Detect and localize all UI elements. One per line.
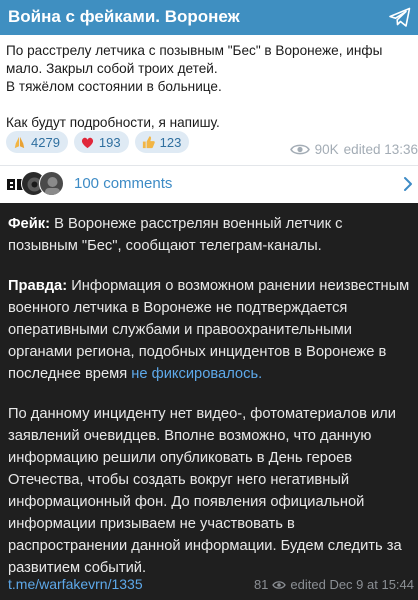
footer-views: 81 xyxy=(253,577,269,592)
heart-icon xyxy=(80,135,95,150)
message-body: Фейк: В Воронеже расстрелян военный летч… xyxy=(8,213,412,597)
quoted-screenshot: Война с фейками. Воронеж По расстрелу ле… xyxy=(0,0,418,203)
reaction-heart-count: 193 xyxy=(98,134,121,150)
reaction-pray-count: 4279 xyxy=(31,134,60,150)
eye-icon xyxy=(272,580,287,589)
comments-link[interactable]: 100 comments xyxy=(74,175,172,192)
quoted-line-3: В тяжёлом состоянии в больнице. xyxy=(6,79,222,94)
quoted-post-text: По расстрелу летчика с позывным "Бес" в … xyxy=(6,42,418,132)
reactions-bar: 4279 193 123 xyxy=(6,131,190,153)
quoted-line-4 xyxy=(6,96,418,114)
message-footer: t.me/warfakevrn/1335 81 edited Dec 9 at … xyxy=(0,576,418,596)
quoted-line-5: Как будут подробности, я напишу. xyxy=(6,115,220,130)
reaction-pray[interactable]: 4279 xyxy=(6,131,68,153)
reaction-heart[interactable]: 193 xyxy=(73,131,129,153)
channel-header: Война с фейками. Воронеж xyxy=(0,0,418,35)
truth-label: Правда: xyxy=(8,278,68,294)
views-and-edited: 90K edited 13:36 xyxy=(289,140,418,158)
footer-meta: 81 edited Dec 9 at 15:44 xyxy=(254,577,414,592)
post-link[interactable]: t.me/warfakevrn/1335 xyxy=(8,576,143,592)
thumbs-up-icon xyxy=(141,135,156,150)
truth-paragraph: Правда: Информация о возможном ранении н… xyxy=(8,275,412,385)
chevron-right-icon xyxy=(404,177,412,191)
avatar xyxy=(39,171,64,196)
telegram-icon xyxy=(389,7,411,27)
quoted-line-1: По расстрелу летчика с позывным "Бес" в … xyxy=(6,43,383,58)
eye-icon xyxy=(289,144,310,154)
channel-title: Война с фейками. Воронеж xyxy=(8,7,240,26)
footer-edited: edited Dec 9 at 15:44 xyxy=(290,577,414,592)
reaction-thumbs-up[interactable]: 123 xyxy=(134,131,190,153)
edited-time: edited 13:36 xyxy=(343,141,418,157)
quoted-line-2: мало. Закрыл собой троих детей. xyxy=(6,61,218,76)
commenter-avatars xyxy=(3,171,65,197)
fake-text: В Воронеже расстрелян военный летчик с п… xyxy=(8,216,343,254)
truth-link[interactable]: не фиксировалось. xyxy=(131,366,262,382)
pray-icon xyxy=(12,135,27,150)
reaction-thumbs-up-count: 123 xyxy=(159,134,182,150)
views-count: 90K xyxy=(314,141,339,157)
fake-paragraph: Фейк: В Воронеже расстрелян военный летч… xyxy=(8,213,412,257)
fake-label: Фейк: xyxy=(8,216,50,232)
comments-row[interactable]: 100 comments xyxy=(0,166,418,203)
closing-paragraph: По данному инциденту нет видео-, фотомат… xyxy=(8,406,402,576)
